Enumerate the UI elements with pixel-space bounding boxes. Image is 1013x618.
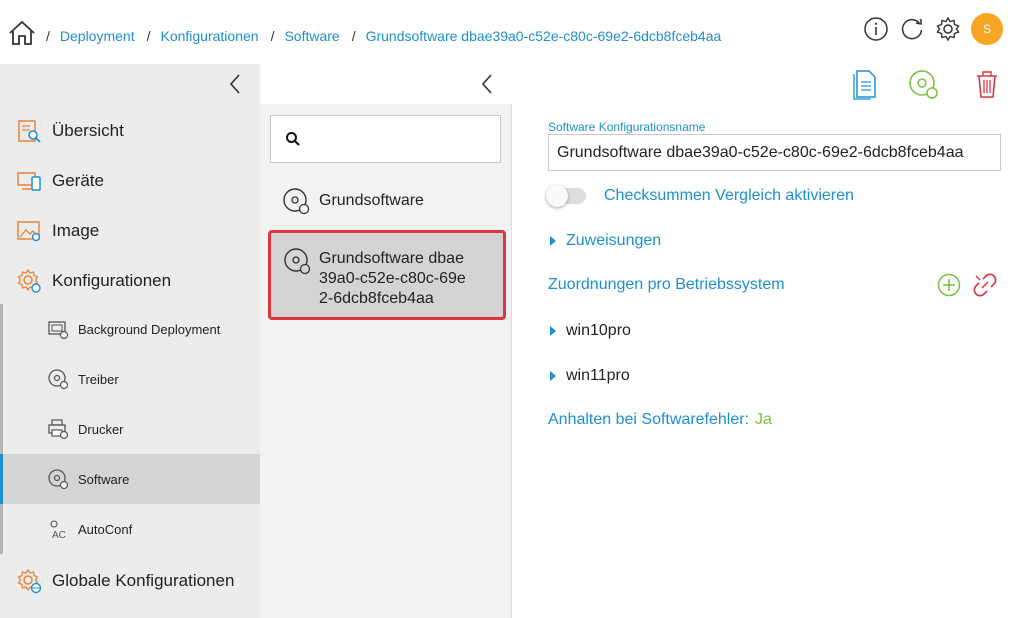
sidebar-subitem-label: AutoConf <box>78 521 133 537</box>
breadcrumb-current[interactable]: Grundsoftware dbae39a0-c52e-c80c-69e2-6d… <box>366 28 722 44</box>
active-indicator <box>0 454 3 504</box>
gears-icon <box>17 268 41 293</box>
sidebar-item-globale-konfigurationen[interactable]: Globale Konfigurationen <box>0 556 260 606</box>
caret-right-icon <box>550 326 556 336</box>
sidebar-item-geraete[interactable]: Geräte <box>0 156 260 206</box>
os-section-title: Zuordnungen pro Betriebssystem <box>548 276 785 293</box>
list-item-grundsoftware-dbae39a0[interactable]: Grundsoftware dbae 39a0-c52e-c80c-69e 2-… <box>268 230 506 320</box>
add-circle-icon[interactable] <box>937 273 961 297</box>
top-bar: / Deployment / Konfigurationen / Softwar… <box>0 0 1013 64</box>
printer-icon <box>48 419 69 440</box>
document-icon[interactable] <box>850 68 880 100</box>
driver-disc-icon <box>48 369 69 390</box>
sidebar-item-label: Geräte <box>52 171 104 190</box>
overview-icon <box>18 120 41 143</box>
refresh-icon[interactable] <box>899 16 925 42</box>
halt-on-error-setting: Anhalten bei Softwarefehler: Ja <box>548 411 772 428</box>
globe-gear-icon <box>17 568 42 594</box>
sidebar-subitem-label: Treiber <box>78 371 119 387</box>
os-item-win11pro[interactable]: win11pro <box>550 367 630 385</box>
software-disc-icon <box>48 469 69 490</box>
user-avatar[interactable]: S <box>971 13 1003 45</box>
info-icon[interactable] <box>863 16 889 42</box>
caret-right-icon <box>550 236 556 246</box>
sidebar: Übersicht Geräte Image Konfigurationen B… <box>0 64 260 618</box>
configuration-name-input[interactable] <box>548 134 1001 171</box>
sidebar-subitem-label: Background Deployment <box>78 321 221 337</box>
list-item-grundsoftware[interactable]: Grundsoftware <box>270 178 504 224</box>
sidebar-item-uebersicht[interactable]: Übersicht <box>0 106 260 156</box>
devices-icon <box>17 172 41 191</box>
sidebar-subitem-label: Software <box>78 471 130 487</box>
delete-trash-icon[interactable] <box>972 68 1002 100</box>
sidebar-subitem-label: Drucker <box>78 421 124 437</box>
collapse-sidebar-chevron-icon[interactable] <box>226 72 244 96</box>
assignments-expander[interactable]: Zuweisungen <box>550 232 661 250</box>
breadcrumb: / Deployment / Konfigurationen / Softwar… <box>46 28 722 44</box>
software-disc-icon <box>284 248 311 275</box>
name-field-label: Software Konfigurationsname <box>548 120 706 134</box>
search-input[interactable] <box>270 115 501 163</box>
halt-on-error-value: Ja <box>755 411 772 428</box>
software-disc-icon <box>283 188 310 215</box>
sidebar-item-konfigurationen[interactable]: Konfigurationen <box>0 256 260 306</box>
os-item-win10pro[interactable]: win10pro <box>550 322 631 340</box>
sidebar-item-label: Globale Konfigurationen <box>52 571 235 590</box>
unlink-icon[interactable] <box>973 273 997 297</box>
sidebar-subitem-drucker[interactable]: Drucker <box>0 404 260 454</box>
list-item-label: Grundsoftware <box>319 192 424 209</box>
sidebar-item-label: Konfigurationen <box>52 271 172 290</box>
collapse-list-chevron-icon[interactable] <box>478 72 496 96</box>
sidebar-item-label: Übersicht <box>52 121 124 140</box>
search-icon <box>286 132 300 146</box>
list-item-label: Grundsoftware dbae 39a0-c52e-c80c-69e 2-… <box>319 250 466 307</box>
home-icon[interactable] <box>8 20 36 46</box>
settings-gear-icon[interactable] <box>935 16 961 42</box>
breadcrumb-konfigurationen[interactable]: Konfigurationen <box>160 28 258 44</box>
sidebar-item-label: Image <box>52 221 100 240</box>
background-deployment-icon <box>48 321 69 340</box>
autoconf-icon: AC <box>50 520 66 540</box>
software-list-panel: Grundsoftware Grundsoftware dbae 39a0-c5… <box>260 64 512 618</box>
sidebar-subitem-treiber[interactable]: Treiber <box>0 354 260 404</box>
caret-right-icon <box>550 371 556 381</box>
software-detail-panel: Software Konfigurationsname Checksummen … <box>512 104 1013 618</box>
checksum-toggle-label: Checksummen Vergleich aktivieren <box>604 187 854 204</box>
detail-toolbar <box>512 64 1013 104</box>
sidebar-subitem-software[interactable]: Software <box>0 454 260 504</box>
svg-text:AC: AC <box>52 530 66 540</box>
install-disc-icon[interactable] <box>908 68 938 100</box>
sidebar-subitem-background-deployment[interactable]: Background Deployment <box>0 304 260 354</box>
toggle-knob <box>546 185 568 207</box>
sidebar-subitem-autoconf[interactable]: AC AutoConf <box>0 504 260 554</box>
breadcrumb-software[interactable]: Software <box>284 28 339 44</box>
sidebar-item-image[interactable]: Image <box>0 206 260 256</box>
breadcrumb-deployment[interactable]: Deployment <box>60 28 135 44</box>
image-icon <box>17 221 41 242</box>
checksum-toggle[interactable] <box>546 185 586 207</box>
